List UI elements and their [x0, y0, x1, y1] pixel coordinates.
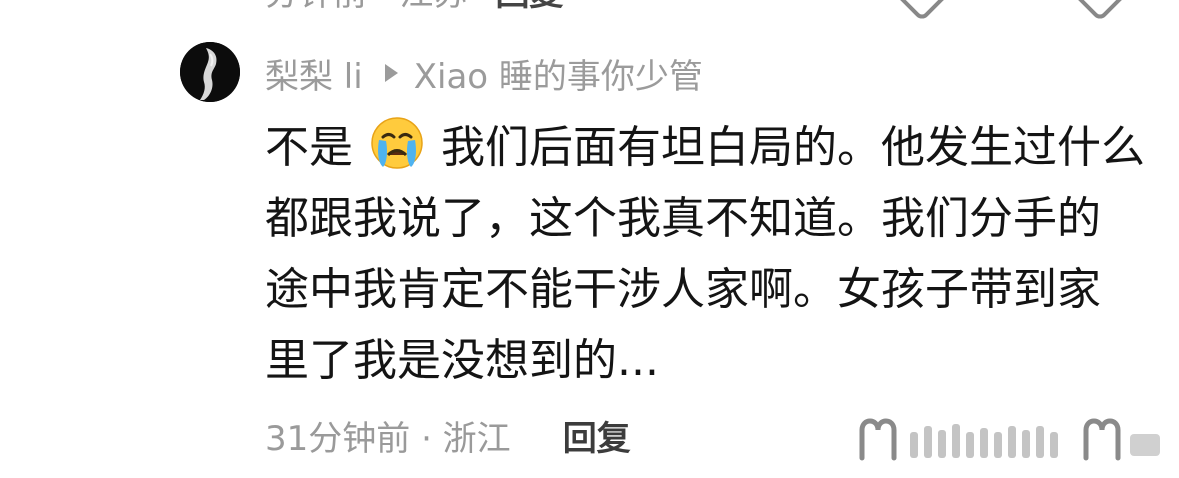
comment-line-text: 我们后面有坦白局的。他发生过什么 — [441, 122, 1145, 173]
comment-body: 不是 我们后面有坦白局的。他发生过什么 都跟我说了，这个我真不知道。我们分手的 … — [265, 112, 1145, 396]
comment-footer: 31分钟前 · 浙江 回复 — [265, 411, 631, 460]
reply-button[interactable]: 回复 — [563, 411, 631, 460]
comment-timestamp: 31分钟前 · 浙江 — [265, 418, 511, 459]
reply-arrow-icon — [384, 64, 398, 82]
comment-line: 不是 我们后面有坦白局的。他发生过什么 — [265, 112, 1145, 183]
comment-actions — [850, 408, 1170, 468]
heart-icon[interactable] — [859, 418, 897, 461]
crying-face-icon — [369, 115, 425, 171]
previous-comment-actions — [895, 0, 1127, 22]
watermark-tail — [1130, 434, 1160, 456]
avatar-image — [180, 42, 240, 102]
author-name[interactable]: 梨梨 li — [265, 49, 363, 98]
comment-line: 里了我是没想到的... — [265, 335, 659, 386]
previous-dislike-icon[interactable] — [1073, 0, 1127, 22]
previous-comment-time: 分钟前 · 江苏 — [265, 0, 467, 15]
comment-line: 途中我肯定不能干涉人家啊。女孩子带到家 — [265, 264, 1101, 315]
comment-line-text: 不是 — [265, 122, 353, 173]
reply-to-name[interactable]: Xiao 睡的事你少管 — [414, 49, 703, 98]
comment-header: 梨梨 li Xiao 睡的事你少管 — [265, 49, 703, 98]
previous-like-icon[interactable] — [895, 0, 949, 22]
previous-reply-button[interactable]: 回复 — [495, 0, 563, 15]
broken-heart-icon[interactable] — [1083, 418, 1121, 461]
watermark — [910, 424, 1058, 458]
avatar[interactable] — [180, 42, 240, 102]
comment-line: 都跟我说了，这个我真不知道。我们分手的 — [265, 193, 1101, 244]
comment-page: 分钟前 · 江苏 回复 梨梨 li Xiao 睡的事你少管 不是 — [0, 0, 1179, 478]
